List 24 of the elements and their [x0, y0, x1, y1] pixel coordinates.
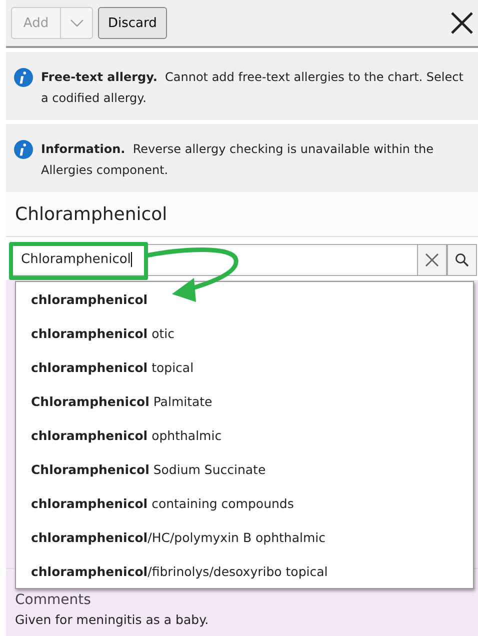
- clear-button[interactable]: [417, 244, 447, 276]
- clear-icon: [424, 252, 440, 268]
- suggestion-item[interactable]: chloramphenicol ophthalmic: [16, 418, 473, 452]
- suggestion-item[interactable]: Chloramphenicol Sodium Succinate: [16, 452, 473, 486]
- suggestion-item[interactable]: chloramphenicol containing compounds: [16, 486, 473, 520]
- suggestion-item[interactable]: chloramphenicol: [16, 282, 473, 316]
- info-icon: [14, 68, 33, 87]
- discard-button[interactable]: Discard: [98, 7, 167, 39]
- search-icon: [455, 253, 469, 267]
- close-icon[interactable]: [450, 11, 474, 35]
- caret-icon: [70, 19, 84, 27]
- suggestion-item[interactable]: chloramphenicol/HC/polymyxin B ophthalmic: [16, 520, 473, 554]
- banner-message: Information. Reverse allergy checking is unavailable within the Allergies component.: [41, 141, 435, 179]
- suggestion-item[interactable]: chloramphenicol/fibrinolys/desoxyribo topical: [16, 554, 473, 588]
- suggestion-item[interactable]: Chloramphenicol Palmitate: [16, 384, 473, 418]
- banner-message: Free-text allergy. Cannot add free-text allergies to the chart. Select a codified allergy.: [41, 69, 464, 107]
- search-button[interactable]: [447, 244, 477, 276]
- info-icon: [14, 140, 33, 159]
- comment-text: Given for meningitis as a baby.: [15, 612, 209, 627]
- allergy-heading: Chloramphenicol: [15, 204, 168, 224]
- comments-label: Comments: [15, 592, 91, 608]
- suggestion-item[interactable]: chloramphenicol otic: [16, 316, 473, 350]
- suggestion-item[interactable]: chloramphenicol topical: [16, 350, 473, 384]
- search-field[interactable]: Chloramphenicol: [10, 244, 417, 276]
